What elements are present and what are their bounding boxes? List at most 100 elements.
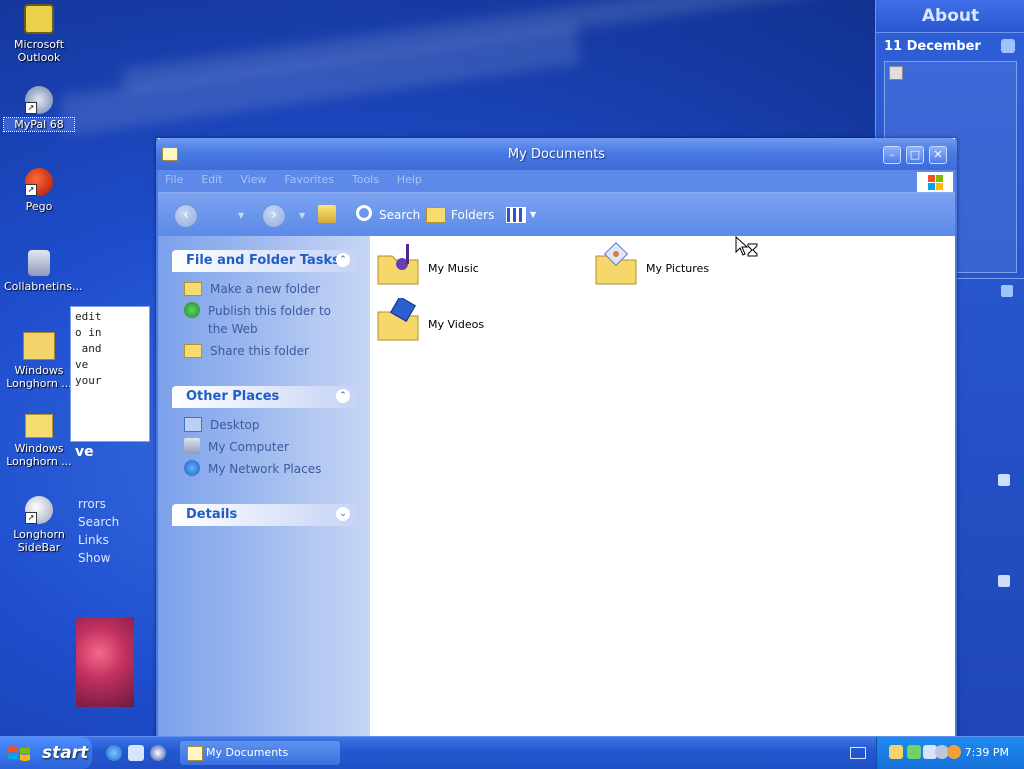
collapse-chevron-icon[interactable]: ⌃: [336, 253, 350, 267]
sidebar-slideshow-icon[interactable]: [998, 575, 1010, 587]
group-title: Details: [186, 507, 238, 522]
back-button[interactable]: ‹: [174, 204, 198, 228]
folder-my-videos[interactable]: My Videos: [376, 298, 576, 348]
folder-label: My Pictures: [646, 262, 710, 275]
desktop-icon-label: MyPal 68: [3, 117, 75, 132]
menu-edit[interactable]: Edit: [194, 170, 229, 190]
shortcut-arrow-icon: ↗: [25, 184, 37, 196]
task-publish-web[interactable]: Publish this folder to the Web: [184, 302, 348, 338]
sidebar-date: 11 December: [884, 37, 1017, 57]
outlook-icon: [24, 4, 54, 34]
desktop-icon-outlook[interactable]: Microsoft Outlook: [4, 4, 74, 64]
sidebar-app-icon: ↗: [25, 496, 53, 524]
task-pane: File and Folder Tasks ⌃ Make a new folde…: [158, 236, 370, 736]
desktop-icon-mypal[interactable]: ↗ MyPal 68: [3, 86, 75, 132]
views-icon[interactable]: [506, 207, 526, 223]
file-folder-tasks-header[interactable]: File and Folder Tasks ⌃: [172, 250, 356, 272]
folder-my-pictures[interactable]: My Pictures: [594, 242, 794, 292]
taskbar-button-label: My Documents: [206, 746, 289, 759]
sidebar-link[interactable]: Search: [78, 513, 119, 531]
standard-toolbar: ‹ ▼ › ▼ Search Folders ▼: [158, 193, 955, 237]
mypal-icon: ↗: [25, 86, 53, 114]
start-button[interactable]: start: [0, 737, 92, 769]
desktop-icon-label: Pego: [25, 200, 53, 213]
sidebar-date-label: 11 December: [884, 39, 981, 54]
menu-favorites[interactable]: Favorites: [277, 170, 341, 190]
folders-icon[interactable]: [426, 207, 446, 223]
music-folder-icon: [377, 244, 419, 285]
task-make-new-folder[interactable]: Make a new folder: [184, 280, 350, 298]
sidebar-link[interactable]: Links: [78, 531, 119, 549]
desktop-icon: [184, 417, 202, 432]
group-title: File and Folder Tasks: [186, 253, 340, 268]
folder-my-music[interactable]: My Music: [376, 242, 576, 292]
pego-icon: ↗: [25, 168, 53, 196]
new-folder-icon: [184, 282, 202, 296]
menu-file[interactable]: File: [158, 170, 190, 190]
close-button[interactable]: ✕: [929, 146, 947, 164]
desktop-icon-collabnet[interactable]: Collabnetins...: [4, 250, 83, 293]
other-places-header[interactable]: Other Places ⌃: [172, 386, 356, 408]
desktop-icon-longhorn-1[interactable]: Windows Longhorn ...: [4, 332, 74, 390]
videos-folder-icon: [377, 298, 419, 341]
my-documents-window: My Documents – □ ✕ File Edit View Favori…: [156, 138, 957, 738]
search-button[interactable]: Search: [379, 208, 420, 222]
show-desktop-icon[interactable]: [128, 745, 144, 761]
taskbar: start My Documents 7:39 PM: [0, 736, 1024, 769]
place-my-computer[interactable]: My Computer: [184, 438, 348, 456]
menu-tools[interactable]: Tools: [345, 170, 386, 190]
place-network[interactable]: My Network Places: [184, 460, 348, 478]
folder-window-icon: [187, 746, 203, 761]
group-title: Other Places: [186, 389, 280, 404]
collapse-chevron-icon[interactable]: ⌃: [336, 389, 350, 403]
sidebar-globe-icon[interactable]: [1001, 39, 1015, 53]
sidebar-search-icon[interactable]: [998, 474, 1010, 486]
back-dropdown-icon[interactable]: ▼: [238, 211, 244, 220]
internet-explorer-icon[interactable]: [106, 745, 122, 761]
busy-cursor-icon: [735, 236, 758, 257]
views-dropdown-icon[interactable]: ▼: [530, 210, 536, 219]
task-share-folder[interactable]: Share this folder: [184, 342, 350, 360]
desktop-icon-label: Microsoft Outlook: [13, 38, 65, 64]
shortcut-arrow-icon: ↗: [25, 102, 37, 114]
desktop-icon-label: Longhorn SideBar: [13, 528, 65, 554]
folder-icon: [25, 414, 53, 438]
search-icon[interactable]: [356, 205, 372, 221]
desktop-icon-longhorn-2[interactable]: Windows Longhorn ...: [4, 414, 74, 468]
expand-chevron-icon[interactable]: ⌄: [336, 507, 350, 521]
taskbar-button-my-documents[interactable]: My Documents: [180, 741, 340, 765]
sidebar-link[interactable]: rrors: [78, 495, 119, 513]
minimize-button[interactable]: –: [883, 146, 901, 164]
taskbar-clock[interactable]: 7:39 PM: [965, 746, 1009, 759]
sidebar-link[interactable]: Show: [78, 549, 119, 567]
window-title: My Documents: [507, 147, 606, 162]
folders-button[interactable]: Folders: [451, 208, 494, 222]
maximize-button[interactable]: □: [906, 146, 924, 164]
media-player-icon[interactable]: [150, 745, 166, 761]
sidebar-links: rrors Search Links Show: [78, 495, 119, 567]
folder-label: My Videos: [428, 318, 485, 331]
search-tray-icon[interactable]: [947, 745, 961, 759]
forward-dropdown-icon[interactable]: ▼: [299, 211, 305, 220]
forward-button[interactable]: ›: [262, 204, 286, 228]
place-desktop[interactable]: Desktop: [184, 416, 350, 434]
windows-logo-icon: [917, 172, 953, 192]
my-computer-icon: [184, 438, 200, 454]
notes-icon[interactable]: [1001, 285, 1013, 297]
menu-bar: File Edit View Favorites Tools Help: [158, 170, 955, 193]
broken-image-icon: [889, 66, 903, 80]
window-titlebar[interactable]: My Documents – □ ✕: [156, 138, 957, 170]
installer-icon: [28, 250, 50, 276]
keyboard-icon[interactable]: [850, 747, 866, 759]
zip-folder-icon: [23, 332, 55, 360]
menu-view[interactable]: View: [233, 170, 273, 190]
desktop-icon-sidebar[interactable]: ↗ Longhorn SideBar: [4, 496, 74, 554]
details-header[interactable]: Details ⌄: [172, 504, 356, 526]
update-icon[interactable]: [907, 745, 921, 759]
up-folder-icon[interactable]: [318, 205, 336, 223]
security-shield-icon[interactable]: [889, 745, 903, 759]
desktop-icon-pego[interactable]: ↗ Pego: [4, 168, 74, 213]
desktop-icon-label: Windows Longhorn ...: [6, 442, 72, 468]
sidebar-notes-textarea[interactable]: edit o in and ve your: [70, 306, 150, 442]
menu-help[interactable]: Help: [390, 170, 429, 190]
